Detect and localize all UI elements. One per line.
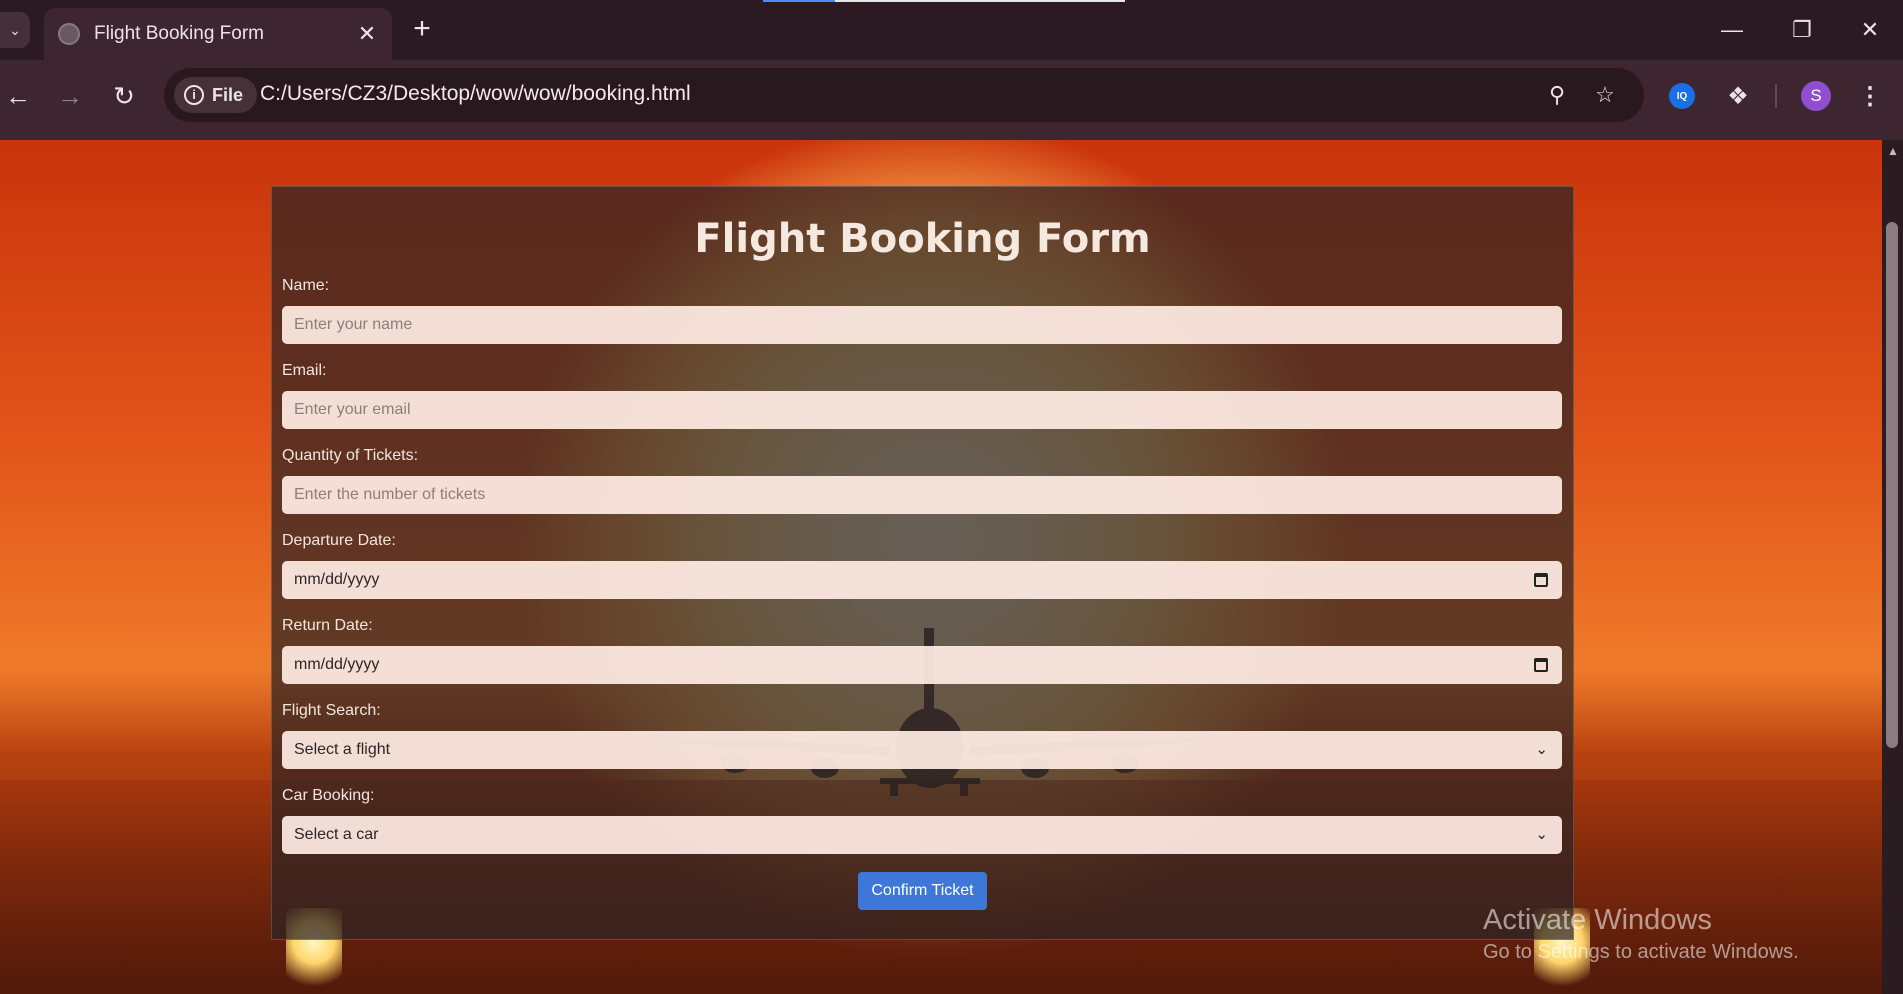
flight-field-group: Flight Search: Select a flight ⌄ <box>282 702 1563 769</box>
zoom-icon[interactable]: ⚲ <box>1542 80 1572 110</box>
tickets-input[interactable]: Enter the number of tickets <box>282 476 1562 514</box>
name-input[interactable]: Enter your name <box>282 306 1562 344</box>
activate-windows-watermark: Activate Windows Go to Settings to activ… <box>1483 904 1799 964</box>
page-viewport: Flight Booking Form Name: Enter your nam… <box>0 140 1882 994</box>
globe-icon <box>58 23 80 45</box>
tab-title: Flight Booking Form <box>94 23 265 44</box>
car-select[interactable]: Select a car ⌄ <box>282 816 1562 854</box>
calendar-icon[interactable] <box>1534 573 1548 587</box>
car-booking-label: Car Booking: <box>282 787 375 804</box>
departure-date-input[interactable]: mm/dd/yyyy <box>282 561 1562 599</box>
booking-form: Flight Booking Form Name: Enter your nam… <box>271 186 1574 940</box>
bookmark-star-icon[interactable]: ☆ <box>1590 80 1620 110</box>
site-info-chip[interactable]: i File <box>174 77 258 113</box>
name-field-group: Name: Enter your name <box>282 277 1563 344</box>
profile-avatar[interactable]: S <box>1798 78 1834 114</box>
tab-close-icon[interactable]: ✕ <box>356 21 378 47</box>
tickets-label: Quantity of Tickets: <box>282 447 419 464</box>
name-label: Name: <box>282 277 330 294</box>
submit-row: Confirm Ticket <box>282 872 1563 910</box>
loading-progress-bar <box>763 0 1125 2</box>
flight-search-label: Flight Search: <box>282 702 381 719</box>
confirm-ticket-button[interactable]: Confirm Ticket <box>858 872 987 910</box>
back-arrow-icon[interactable]: ← <box>0 78 36 114</box>
tab-strip: ⌄ Flight Booking Form ✕ + — ❐ ✕ <box>0 0 1903 60</box>
car-field-group: Car Booking: Select a car ⌄ <box>282 787 1563 854</box>
watermark-subtitle: Go to Settings to activate Windows. <box>1483 941 1799 963</box>
restore-icon[interactable]: ❐ <box>1780 10 1824 50</box>
departure-label: Departure Date: <box>282 532 396 549</box>
info-icon: i <box>184 85 204 105</box>
kebab-menu-icon[interactable]: ⋮ <box>1852 78 1888 114</box>
chevron-down-icon: ⌄ <box>1535 826 1548 843</box>
reload-icon[interactable]: ↻ <box>106 78 142 114</box>
chevron-down-icon: ⌄ <box>1535 741 1548 758</box>
site-chip-label: File <box>212 84 244 105</box>
form-title: Flight Booking Form <box>694 216 1151 262</box>
extensions-puzzle-icon[interactable]: ❖ <box>1720 78 1756 114</box>
return-date-input[interactable]: mm/dd/yyyy <box>282 646 1562 684</box>
calendar-icon[interactable] <box>1534 658 1548 672</box>
new-tab-plus-icon[interactable]: + <box>406 14 438 46</box>
minimize-icon[interactable]: — <box>1710 10 1754 50</box>
extension-iq-icon[interactable]: IQ <box>1664 78 1700 114</box>
flight-select[interactable]: Select a flight ⌄ <box>282 731 1562 769</box>
departure-field-group: Departure Date: mm/dd/yyyy <box>282 532 1563 599</box>
window-close-icon[interactable]: ✕ <box>1848 10 1892 50</box>
address-bar[interactable]: i File C:/Users/CZ3/Desktop/wow/wow/book… <box>164 68 1644 122</box>
email-label: Email: <box>282 362 327 379</box>
email-input[interactable]: Enter your email <box>282 391 1562 429</box>
return-field-group: Return Date: mm/dd/yyyy <box>282 617 1563 684</box>
watermark-title: Activate Windows <box>1483 904 1712 936</box>
scrollbar-thumb[interactable] <box>1886 222 1898 748</box>
email-field-group: Email: Enter your email <box>282 362 1563 429</box>
tickets-field-group: Quantity of Tickets: Enter the number of… <box>282 447 1563 514</box>
page-scrollbar[interactable]: ▲ <box>1882 140 1903 994</box>
tab-search-chevron-icon[interactable]: ⌄ <box>0 12 30 48</box>
forward-arrow-icon[interactable]: → <box>52 78 88 114</box>
tab-flight-booking[interactable]: Flight Booking Form ✕ <box>44 8 392 60</box>
return-label: Return Date: <box>282 617 373 634</box>
url-text[interactable]: C:/Users/CZ3/Desktop/wow/wow/booking.htm… <box>260 82 691 106</box>
scroll-up-arrow-icon[interactable]: ▲ <box>1887 144 1899 158</box>
toolbar-divider <box>1775 84 1777 108</box>
